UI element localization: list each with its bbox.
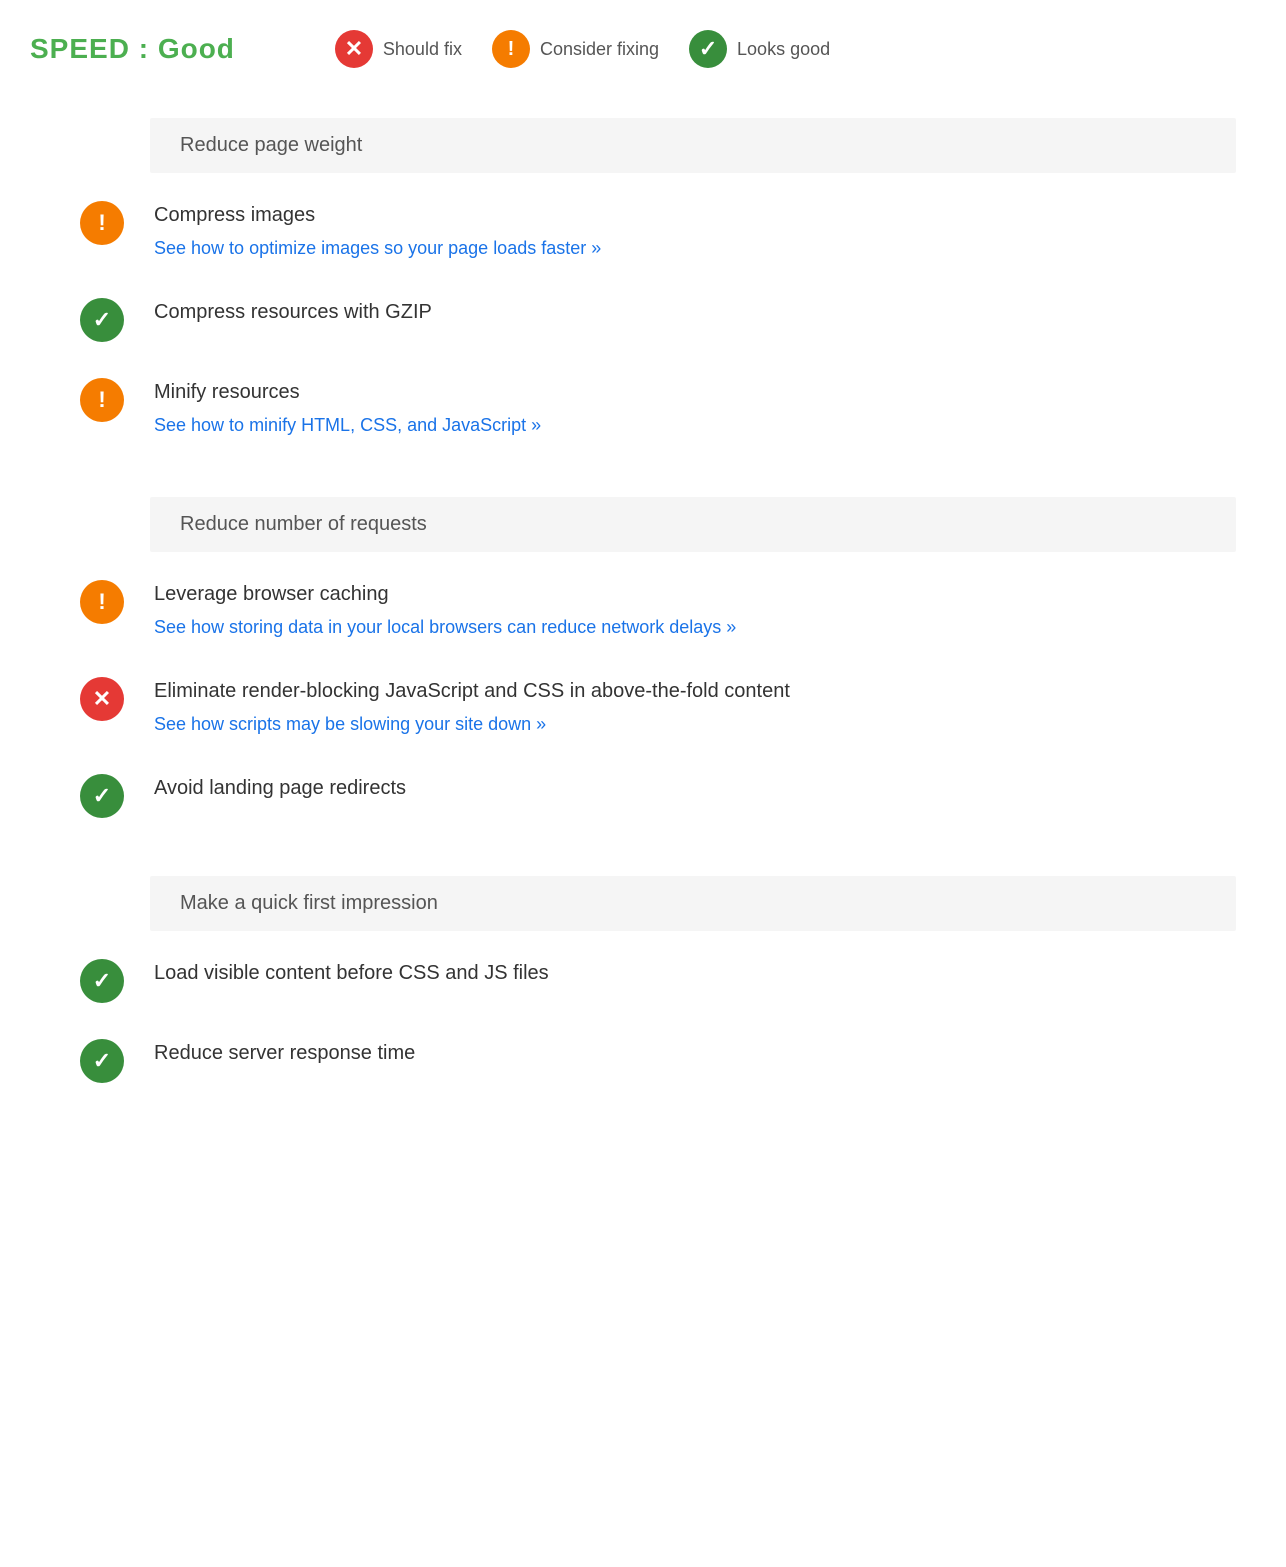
avoid-redirects-title: Avoid landing page redirects: [154, 774, 1236, 802]
compress-gzip-title: Compress resources with GZIP: [154, 298, 1236, 326]
consider-fixing-icon: [492, 30, 530, 68]
item-render-blocking: Eliminate render-blocking JavaScript and…: [50, 659, 1236, 756]
load-visible-status-icon: [80, 959, 124, 1003]
item-compress-gzip: Compress resources with GZIP: [50, 280, 1236, 360]
looks-good-label: Looks good: [737, 39, 830, 60]
leverage-caching-link[interactable]: See how storing data in your local brows…: [154, 617, 736, 637]
page-header: SPEED : Good Should fix Consider fixing …: [30, 20, 1256, 98]
leverage-caching-status-icon: [80, 580, 124, 624]
reduce-server-content: Reduce server response time: [154, 1039, 1236, 1073]
compress-images-status-icon: [80, 201, 124, 245]
compress-images-content: Compress images See how to optimize imag…: [154, 201, 1236, 262]
section-reduce-requests: Reduce number of requests: [150, 497, 1236, 552]
section-reduce-page-weight: Reduce page weight: [150, 118, 1236, 173]
item-leverage-caching: Leverage browser caching See how storing…: [50, 562, 1236, 659]
minify-resources-title: Minify resources: [154, 378, 1236, 406]
compress-gzip-content: Compress resources with GZIP: [154, 298, 1236, 332]
load-visible-content-div: Load visible content before CSS and JS f…: [154, 959, 1236, 993]
load-visible-title: Load visible content before CSS and JS f…: [154, 959, 1236, 987]
avoid-redirects-content: Avoid landing page redirects: [154, 774, 1236, 808]
compress-images-title: Compress images: [154, 201, 1236, 229]
reduce-server-status-icon: [80, 1039, 124, 1083]
render-blocking-status-icon: [80, 677, 124, 721]
compress-gzip-status-icon: [80, 298, 124, 342]
item-load-visible-content: Load visible content before CSS and JS f…: [50, 941, 1236, 1021]
item-avoid-redirects: Avoid landing page redirects: [50, 756, 1236, 836]
minify-resources-status-icon: [80, 378, 124, 422]
content-area: Reduce page weight Compress images See h…: [30, 118, 1256, 1101]
legend-looks-good: Looks good: [689, 30, 830, 68]
consider-fixing-label: Consider fixing: [540, 39, 659, 60]
legend-consider-fixing: Consider fixing: [492, 30, 659, 68]
compress-images-link[interactable]: See how to optimize images so your page …: [154, 238, 601, 258]
speed-label: SPEED :: [30, 33, 158, 64]
speed-status: Good: [158, 33, 235, 64]
item-minify-resources: Minify resources See how to minify HTML,…: [50, 360, 1236, 457]
item-reduce-server-response: Reduce server response time: [50, 1021, 1236, 1101]
render-blocking-content: Eliminate render-blocking JavaScript and…: [154, 677, 1236, 738]
section-quick-impression: Make a quick first impression: [150, 876, 1236, 931]
render-blocking-link[interactable]: See how scripts may be slowing your site…: [154, 714, 546, 734]
speed-title: SPEED : Good: [30, 33, 235, 65]
reduce-server-title: Reduce server response time: [154, 1039, 1236, 1067]
render-blocking-title: Eliminate render-blocking JavaScript and…: [154, 677, 1236, 705]
minify-resources-content: Minify resources See how to minify HTML,…: [154, 378, 1236, 439]
looks-good-icon: [689, 30, 727, 68]
legend: Should fix Consider fixing Looks good: [335, 30, 830, 68]
leverage-caching-content: Leverage browser caching See how storing…: [154, 580, 1236, 641]
should-fix-label: Should fix: [383, 39, 462, 60]
item-compress-images: Compress images See how to optimize imag…: [50, 183, 1236, 280]
legend-should-fix: Should fix: [335, 30, 462, 68]
leverage-caching-title: Leverage browser caching: [154, 580, 1236, 608]
avoid-redirects-status-icon: [80, 774, 124, 818]
should-fix-icon: [335, 30, 373, 68]
minify-resources-link[interactable]: See how to minify HTML, CSS, and JavaScr…: [154, 415, 541, 435]
